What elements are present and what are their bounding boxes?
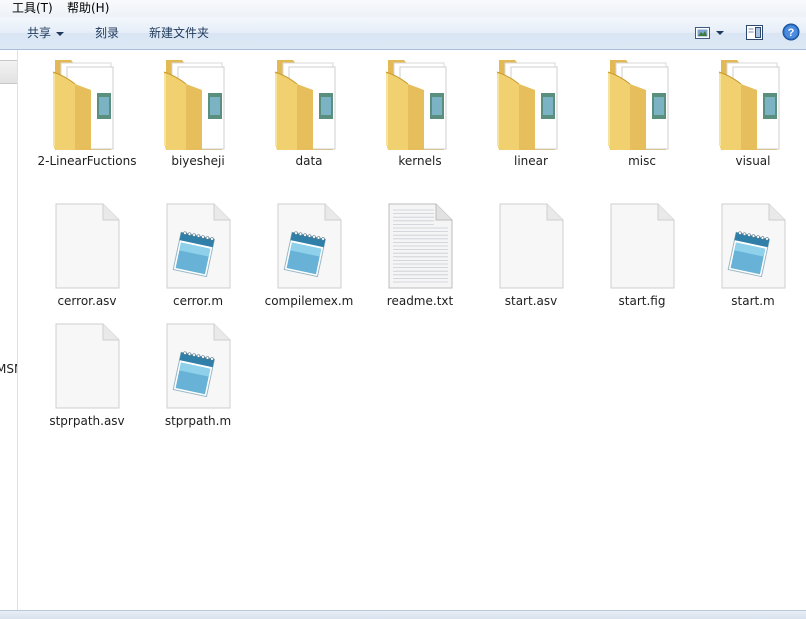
share-button[interactable]: 共享 — [23, 17, 68, 49]
file-name: stprpath.m — [164, 414, 232, 428]
burn-button[interactable]: 刻录 — [91, 17, 123, 49]
file-name: biyesheji — [171, 154, 225, 168]
file-icon — [51, 318, 123, 410]
file-item-stprpath-m[interactable]: stprpath.m — [148, 318, 248, 430]
view-chevron-down-icon — [716, 31, 724, 35]
file-name: kernels — [398, 154, 442, 168]
file-item-start-m[interactable]: start.m — [703, 198, 803, 310]
view-icon — [695, 27, 710, 39]
file-name: readme.txt — [386, 294, 454, 308]
preview-pane-icon — [746, 25, 763, 40]
file-item-stprpath-asv[interactable]: stprpath.asv — [37, 318, 137, 430]
file-name: start.m — [731, 294, 775, 308]
folder-icon — [51, 58, 123, 150]
file-name: visual — [735, 154, 771, 168]
svg-text:?: ? — [788, 27, 795, 39]
folder-icon — [606, 58, 678, 150]
file-name: linear — [514, 154, 548, 168]
help-button[interactable]: ? — [782, 23, 802, 43]
file-item-2-linearfuctions[interactable]: 2-LinearFuctions — [37, 58, 137, 170]
file-item-misc[interactable]: misc — [592, 58, 692, 170]
chevron-down-icon — [56, 31, 65, 36]
file-item-kernels[interactable]: kernels — [370, 58, 470, 170]
file-list[interactable]: 2-LinearFuctions biyesheji data kernels … — [19, 50, 806, 610]
new-folder-label: 新建文件夹 — [149, 26, 210, 40]
file-icon — [51, 198, 123, 290]
file-item-compilemex-m[interactable]: compilemex.m — [259, 198, 359, 310]
burn-label: 刻录 — [95, 26, 120, 40]
file-name: cerror.asv — [57, 294, 117, 308]
notepad-file-icon — [162, 318, 234, 410]
file-item-cerror-asv[interactable]: cerror.asv — [37, 198, 137, 310]
file-item-visual[interactable]: visual — [703, 58, 803, 170]
file-item-data[interactable]: data — [259, 58, 359, 170]
folder-icon — [495, 58, 567, 150]
help-icon: ? — [782, 23, 800, 41]
menu-tools[interactable]: 工具(T) — [10, 0, 55, 16]
file-name: 2-LinearFuctions — [37, 154, 137, 168]
file-name: data — [295, 154, 323, 168]
preview-pane-button[interactable] — [744, 24, 766, 42]
file-name: misc — [628, 154, 656, 168]
folder-icon — [273, 58, 345, 150]
file-item-linear[interactable]: linear — [481, 58, 581, 170]
file-name: stprpath.asv — [49, 414, 125, 428]
file-name: start.asv — [504, 294, 558, 308]
file-item-biyesheji[interactable]: biyesheji — [148, 58, 248, 170]
file-icon — [606, 198, 678, 290]
nav-item-msn[interactable]: MSN — [0, 362, 17, 376]
file-item-cerror-m[interactable]: cerror.m — [148, 198, 248, 310]
file-name: start.fig — [618, 294, 666, 308]
nav-selected-item[interactable] — [0, 60, 17, 84]
folder-icon — [384, 58, 456, 150]
menu-help[interactable]: 帮助(H) — [65, 0, 111, 16]
change-view-button[interactable] — [692, 24, 732, 42]
notepad-file-icon — [717, 198, 789, 290]
file-item-start-asv[interactable]: start.asv — [481, 198, 581, 310]
notepad-file-icon — [273, 198, 345, 290]
folder-icon — [162, 58, 234, 150]
folder-icon — [717, 58, 789, 150]
file-name: cerror.m — [172, 294, 224, 308]
file-item-start-fig[interactable]: start.fig — [592, 198, 692, 310]
file-icon — [495, 198, 567, 290]
navigation-pane[interactable]: MSN — [0, 50, 18, 610]
notepad-file-icon — [162, 198, 234, 290]
text-file-icon — [384, 198, 456, 290]
share-label: 共享 — [27, 26, 52, 40]
command-toolbar: 共享 刻录 新建文件夹 ? — [0, 17, 806, 50]
new-folder-button[interactable]: 新建文件夹 — [145, 17, 213, 49]
menu-bar: 工具(T) 帮助(H) — [0, 0, 806, 17]
file-item-readme-txt[interactable]: readme.txt — [370, 198, 470, 310]
file-name: compilemex.m — [264, 294, 354, 308]
